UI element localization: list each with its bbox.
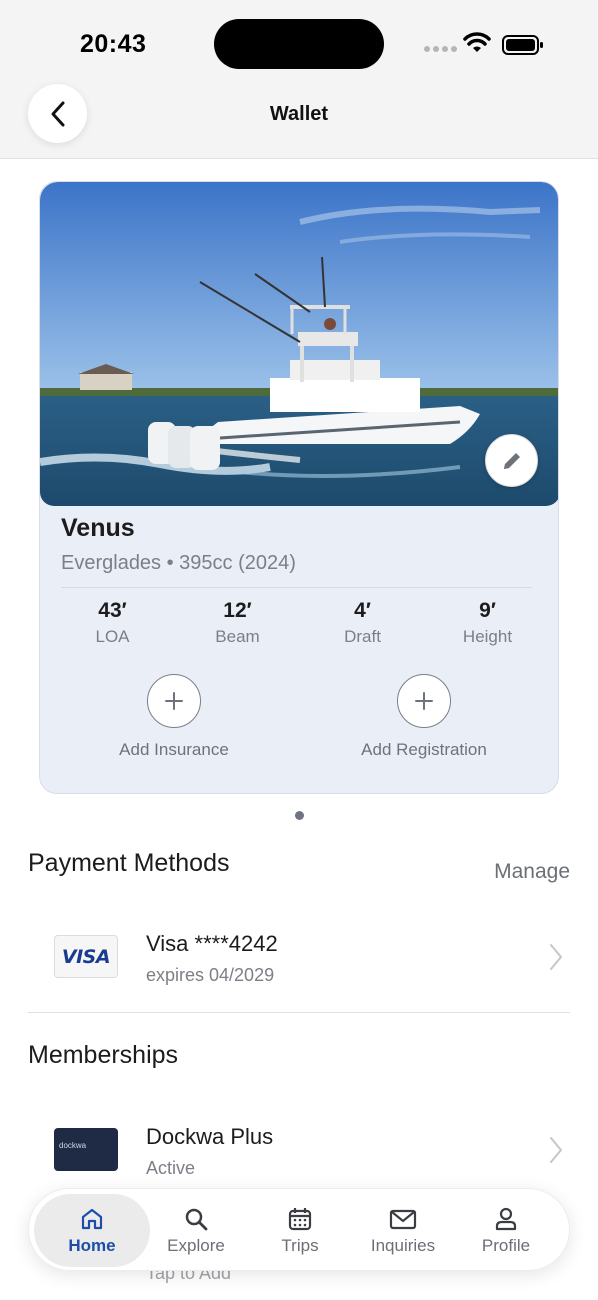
- spec-value: 12′: [223, 599, 252, 622]
- memberships-title: Memberships: [28, 1041, 179, 1069]
- calendar-icon: [288, 1208, 312, 1231]
- spec-height: 9′ Height: [425, 599, 550, 647]
- spec-value: 4′: [354, 599, 371, 622]
- plus-icon: [415, 692, 433, 710]
- membership-status: Active: [146, 1158, 196, 1178]
- dynamic-island: [214, 19, 384, 69]
- tab-label: Home: [68, 1236, 116, 1255]
- divider: [61, 587, 532, 588]
- add-registration-label: Add Registration: [361, 740, 487, 759]
- status-time: 20:43: [80, 30, 147, 58]
- spec-label: Height: [462, 627, 513, 646]
- mail-icon: [389, 1209, 417, 1230]
- payment-card-row[interactable]: VISA Visa ****4242 expires 04/2029: [28, 912, 570, 1012]
- dockwa-card-thumbnail: dockwa: [54, 1128, 118, 1171]
- spec-draft: 4′ Draft: [300, 599, 425, 647]
- tab-label: Inquiries: [370, 1236, 436, 1255]
- plus-icon: [165, 692, 183, 710]
- pencil-icon: [503, 452, 520, 469]
- manage-payment-link[interactable]: Manage: [494, 860, 570, 884]
- spec-loa: 43′ LOA: [50, 599, 175, 647]
- spec-label: Beam: [215, 627, 260, 646]
- chevron-right-icon: [550, 1137, 562, 1163]
- spec-label: LOA: [95, 627, 130, 646]
- spec-value: 43′: [98, 599, 127, 622]
- tab-inquiries[interactable]: Inquiries: [351, 1194, 455, 1267]
- add-insurance-circle[interactable]: [147, 674, 201, 728]
- dockwa-logo: dockwa: [59, 1141, 87, 1150]
- tab-explore[interactable]: Explore: [144, 1194, 248, 1267]
- add-registration-button[interactable]: Add Registration: [324, 674, 524, 760]
- add-registration-circle[interactable]: [397, 674, 451, 728]
- vessel-subtitle: Everglades • 395cc (2024): [61, 552, 296, 574]
- page-title: Wallet: [269, 103, 329, 125]
- vessel-name: Venus: [61, 514, 135, 542]
- tab-home[interactable]: Home: [34, 1194, 150, 1267]
- cellular-signal-icon: [424, 46, 457, 52]
- tab-label: Trips: [281, 1236, 319, 1255]
- status-bar: 20:43: [0, 0, 598, 86]
- vessel-photo: [40, 182, 558, 506]
- tab-bar: Home Explore Trips Inquiries Profile: [28, 1188, 570, 1271]
- visa-logo-text: VISA: [61, 945, 111, 968]
- page-indicator-dot[interactable]: [295, 811, 304, 820]
- divider: [28, 1012, 570, 1013]
- home-icon: [81, 1208, 103, 1230]
- battery-icon: [502, 35, 543, 55]
- card-title: Visa ****4242: [146, 931, 278, 956]
- vessel-specs: 43′ LOA 12′ Beam 4′ Draft 9′ Height: [50, 599, 550, 647]
- add-insurance-button[interactable]: Add Insurance: [74, 674, 274, 760]
- tab-trips[interactable]: Trips: [248, 1194, 352, 1267]
- spec-value: 9′: [479, 599, 496, 622]
- wifi-icon: [463, 32, 491, 52]
- add-insurance-label: Add Insurance: [119, 740, 229, 759]
- visa-logo: VISA: [54, 935, 118, 978]
- chevron-right-icon: [550, 944, 562, 970]
- nav-header: Wallet: [0, 84, 598, 159]
- vessel-card[interactable]: Venus Everglades • 395cc (2024) 43′ LOA …: [39, 181, 559, 794]
- spec-beam: 12′ Beam: [175, 599, 300, 647]
- tab-profile[interactable]: Profile: [454, 1194, 558, 1267]
- card-expiry: expires 04/2029: [146, 965, 275, 985]
- tab-label: Explore: [167, 1236, 225, 1255]
- edit-vessel-button[interactable]: [485, 434, 538, 487]
- payment-methods-title: Payment Methods: [28, 849, 230, 877]
- spec-label: Draft: [344, 627, 381, 646]
- tab-label: Profile: [481, 1236, 531, 1255]
- membership-title: Dockwa Plus: [146, 1124, 274, 1149]
- profile-icon: [495, 1207, 517, 1231]
- search-icon: [185, 1208, 208, 1231]
